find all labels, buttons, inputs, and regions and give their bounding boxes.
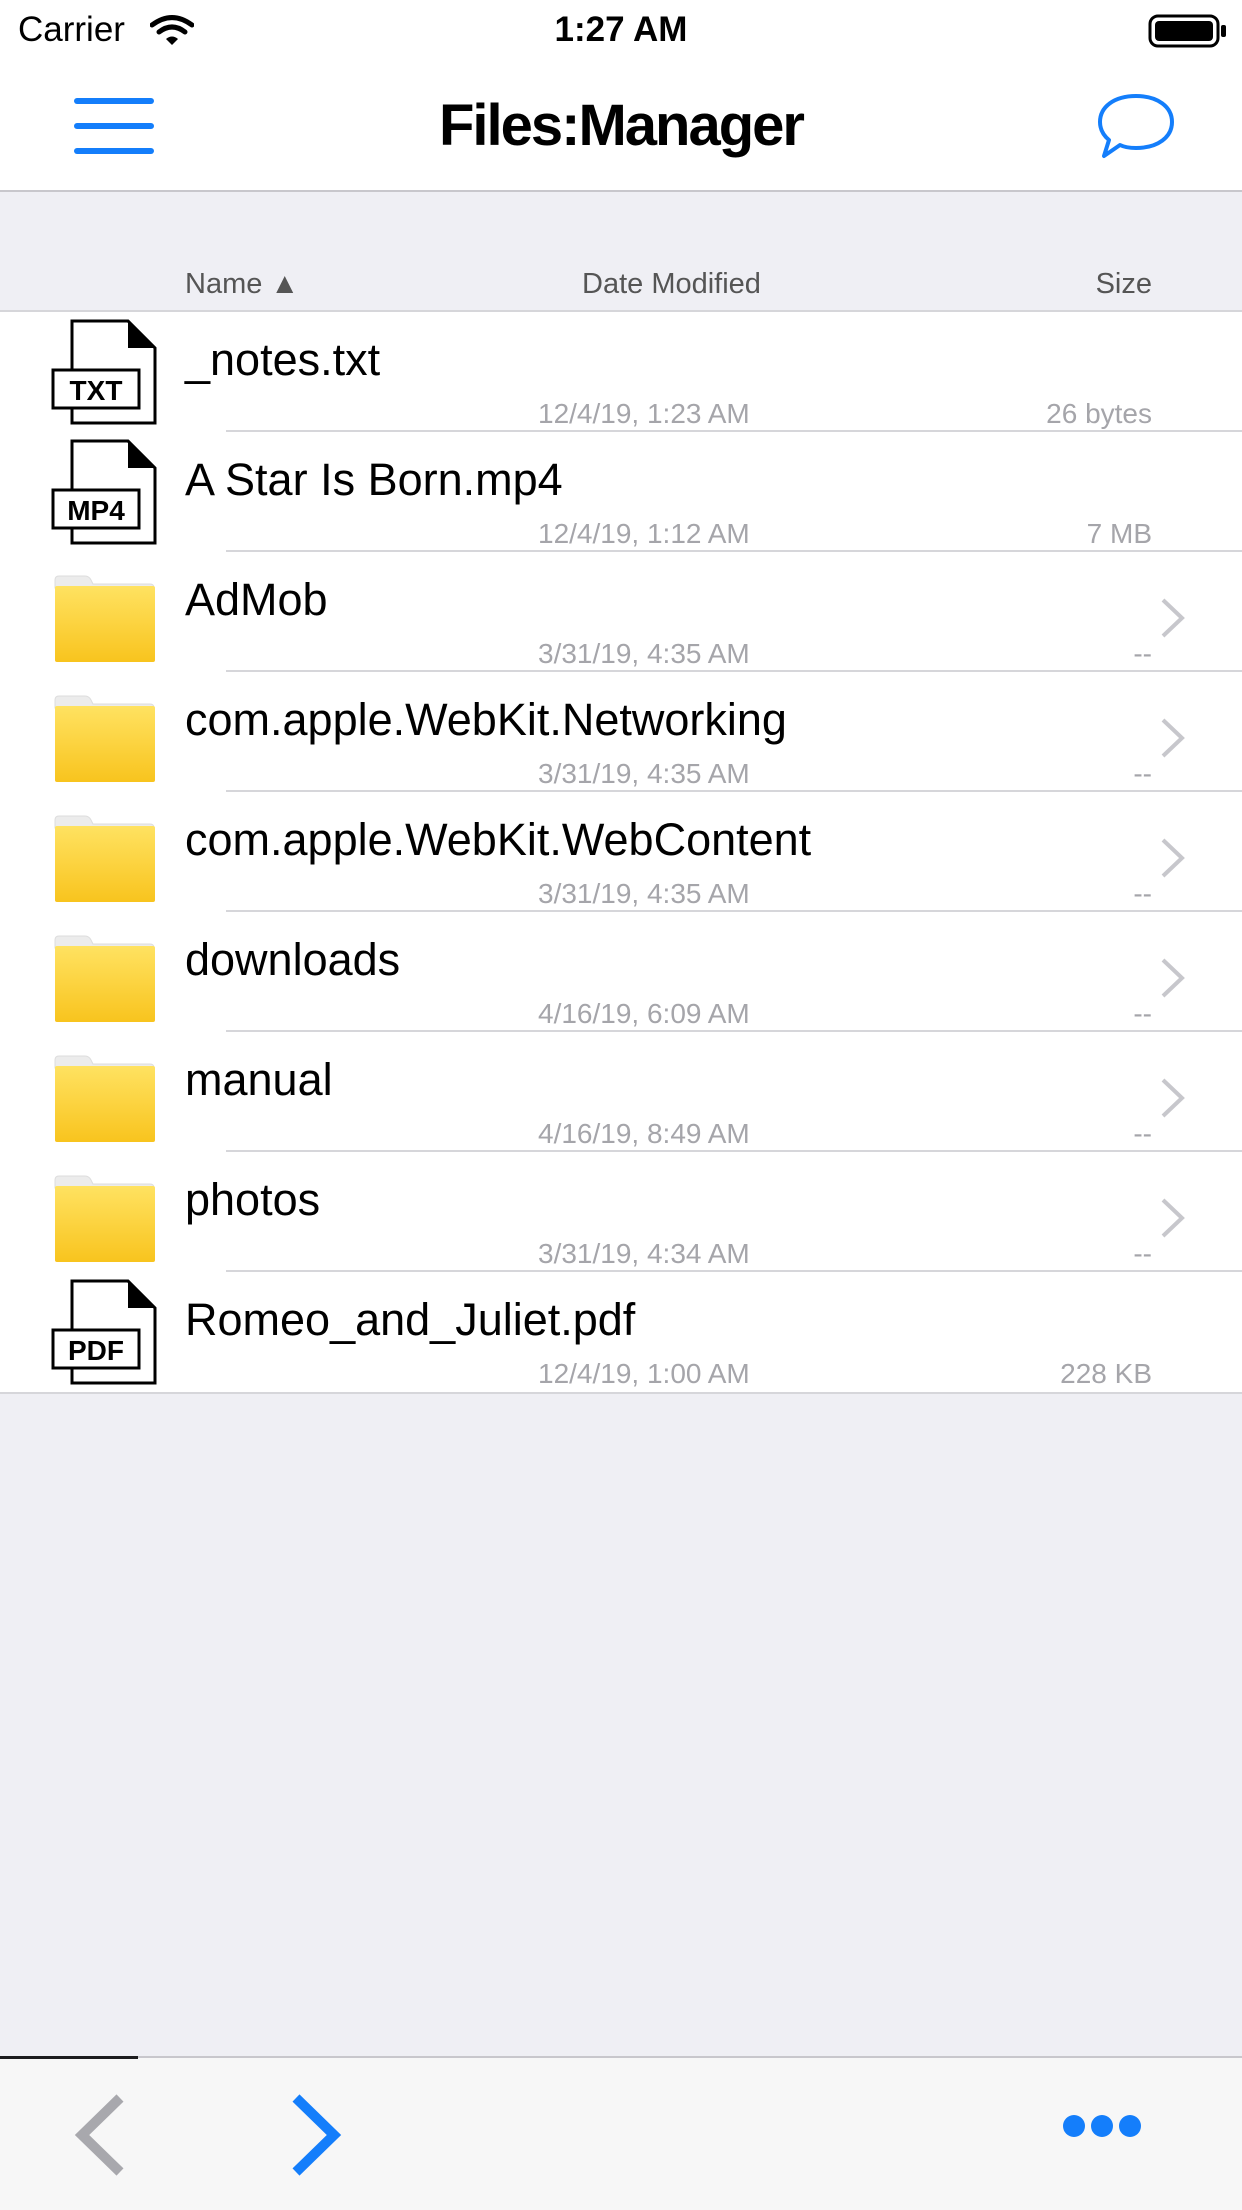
folder-icon <box>54 935 155 1022</box>
file-type-badge: PDF <box>68 1335 124 1366</box>
folder-icon <box>54 815 155 902</box>
file-name: A Star Is Born.mp4 <box>185 454 563 505</box>
folder-icon <box>54 1175 155 1262</box>
chevron-right-icon[interactable] <box>286 2092 346 2178</box>
file-name: com.apple.WebKit.Networking <box>185 694 787 745</box>
file-name: com.apple.WebKit.WebContent <box>185 814 812 865</box>
file-type-badge: MP4 <box>67 495 125 526</box>
file-date: 12/4/19, 1:23 AM <box>538 398 750 429</box>
file-size: -- <box>1133 878 1152 909</box>
file-type-badge: TXT <box>70 375 123 406</box>
file-list: TXT _notes.txt 12/4/19, 1:23 AM 26 bytes M… <box>0 312 1242 1394</box>
chevron-right-icon <box>1161 958 1185 998</box>
file-size: -- <box>1133 1238 1152 1269</box>
file-date: 4/16/19, 6:09 AM <box>538 998 750 1029</box>
file-name: manual <box>185 1054 333 1105</box>
file-size: 7 MB <box>1086 518 1152 549</box>
file-size: -- <box>1133 998 1152 1029</box>
file-size: 228 KB <box>1060 1358 1152 1389</box>
sort-by-size-button[interactable]: Size <box>1096 268 1152 301</box>
chevron-right-icon <box>1161 718 1185 758</box>
battery-icon <box>1148 14 1226 48</box>
folder-row[interactable]: downloads 4/16/19, 6:09 AM -- <box>0 912 1242 1032</box>
file-name: _notes.txt <box>185 334 381 385</box>
chat-bubble-icon[interactable] <box>1096 92 1176 162</box>
mp4-document-icon: MP4 <box>51 439 157 545</box>
chevron-right-icon <box>1161 598 1185 638</box>
folder-row[interactable]: com.apple.WebKit.Networking 3/31/19, 4:35… <box>0 672 1242 792</box>
file-size: -- <box>1133 758 1152 789</box>
page-title: Files:Manager <box>439 93 805 158</box>
pdf-document-icon: PDF <box>51 1279 157 1385</box>
chevron-right-icon <box>1161 1078 1185 1118</box>
chevron-right-icon <box>1161 1198 1185 1238</box>
progress-bar <box>0 2056 138 2059</box>
chevron-left-icon[interactable] <box>70 2092 130 2178</box>
file-date: 3/31/19, 4:34 AM <box>538 1238 750 1269</box>
file-date: 4/16/19, 8:49 AM <box>538 1118 750 1149</box>
file-size: -- <box>1133 638 1152 669</box>
file-name: AdMob <box>185 574 328 625</box>
file-size: 26 bytes <box>1046 398 1152 429</box>
file-date: 3/31/19, 4:35 AM <box>538 878 750 909</box>
status-time: 1:27 AM <box>554 10 688 49</box>
sort-by-name-button[interactable]: Name ▲ <box>185 268 299 301</box>
file-size: -- <box>1133 1118 1152 1149</box>
column-header: Name ▲ Date Modified Size <box>0 260 1242 312</box>
file-date: 12/4/19, 1:00 AM <box>538 1358 750 1389</box>
chevron-right-icon <box>1161 838 1185 878</box>
nav-bar: Files:Manager <box>0 62 1242 192</box>
folder-row[interactable]: manual 4/16/19, 8:49 AM -- <box>0 1032 1242 1152</box>
file-date: 12/4/19, 1:12 AM <box>538 518 750 549</box>
folder-icon <box>54 695 155 782</box>
file-date: 3/31/19, 4:35 AM <box>538 758 750 789</box>
bottom-toolbar <box>0 2056 1242 2210</box>
txt-document-icon: TXT <box>51 319 157 425</box>
folder-row[interactable]: photos 3/31/19, 4:34 AM -- <box>0 1152 1242 1272</box>
more-dots-icon[interactable] <box>1062 2114 1142 2138</box>
folder-row[interactable]: AdMob 3/31/19, 4:35 AM -- <box>0 552 1242 672</box>
status-bar: Carrier 1:27 AM <box>0 0 1242 62</box>
file-name: photos <box>185 1174 321 1225</box>
file-row[interactable]: MP4 A Star Is Born.mp4 12/4/19, 1:12 AM 7 … <box>0 432 1242 552</box>
folder-row[interactable]: com.apple.WebKit.WebContent 3/31/19, 4:35… <box>0 792 1242 912</box>
file-name: Romeo_and_Juliet.pdf <box>185 1294 636 1345</box>
folder-icon <box>54 1055 155 1142</box>
file-name: downloads <box>185 934 401 985</box>
file-row[interactable]: TXT _notes.txt 12/4/19, 1:23 AM 26 bytes <box>0 312 1242 432</box>
file-date: 3/31/19, 4:35 AM <box>538 638 750 669</box>
sort-by-date-button[interactable]: Date Modified <box>582 268 761 301</box>
folder-icon <box>54 575 155 662</box>
file-row[interactable]: PDF Romeo_and_Juliet.pdf 12/4/19, 1:00 AM… <box>0 1272 1242 1392</box>
